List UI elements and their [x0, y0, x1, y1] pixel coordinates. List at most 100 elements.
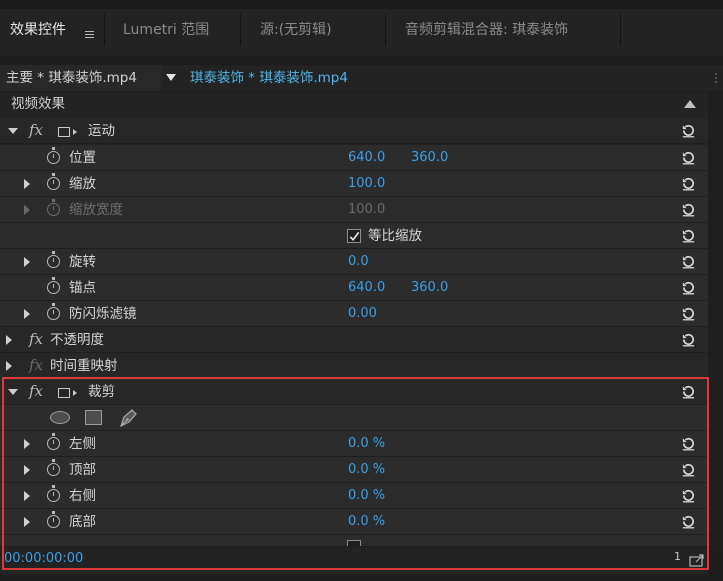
expand-triangle-icon[interactable] [24, 257, 30, 267]
expand-triangle-icon[interactable] [6, 361, 12, 371]
fx-icon[interactable]: fx [29, 382, 43, 400]
tab-label: 源:(无剪辑) [260, 22, 332, 38]
menu-icon[interactable] [85, 31, 94, 38]
collapse-triangle-icon[interactable] [8, 389, 18, 395]
tab-lumetri-scopes[interactable]: Lumetri 范围 [113, 12, 209, 48]
current-timecode[interactable]: 00:00:00:00 [4, 551, 83, 566]
reset-icon[interactable] [681, 254, 696, 269]
reset-icon[interactable] [681, 150, 696, 165]
stopwatch-icon[interactable] [47, 303, 60, 320]
uniform-scale-checkbox[interactable] [347, 229, 361, 243]
effect-title: 不透明度 [50, 332, 104, 348]
fx-icon[interactable]: fx [29, 330, 43, 348]
rotation-value[interactable]: 0.0 [348, 249, 369, 275]
expand-triangle-icon[interactable] [6, 335, 12, 345]
tab-source[interactable]: 源:(无剪辑) [250, 12, 332, 48]
expand-triangle-icon [24, 205, 30, 215]
param-position: 位置 640.0 360.0 [0, 145, 708, 171]
vertical-scrollbar[interactable] [709, 92, 723, 546]
mask-icon[interactable] [58, 127, 77, 137]
reset-icon[interactable] [681, 462, 696, 477]
effect-time-remapping[interactable]: fx 时间重映射 [0, 353, 708, 379]
crop-right-value[interactable]: 0.0 % [348, 483, 385, 509]
reset-icon[interactable] [681, 384, 696, 399]
param-cutoff-row [0, 535, 708, 546]
ellipse-mask-icon[interactable] [50, 411, 70, 424]
section-title: 视频效果 [11, 96, 65, 112]
anchor-x-value[interactable]: 640.0 [348, 275, 385, 301]
master-clip-tab[interactable]: 主要 * 琪泰装饰.mp4 [0, 65, 162, 91]
param-anchor-point: 锚点 640.0 360.0 [0, 275, 708, 301]
param-crop-left: 左侧 0.0 % [0, 431, 708, 457]
tab-label: Lumetri 范围 [123, 22, 210, 38]
param-label: 左侧 [69, 436, 96, 452]
sequence-clip-label[interactable]: 琪泰装饰 * 琪泰装饰.mp4 [190, 65, 348, 91]
scroll-up-icon[interactable] [684, 100, 696, 108]
crop-top-value[interactable]: 0.0 % [348, 457, 385, 483]
scale-value[interactable]: 100.0 [348, 171, 385, 197]
crop-bottom-value[interactable]: 0.0 % [348, 509, 385, 535]
scale-width-value: 100.0 [348, 202, 386, 217]
stopwatch-icon[interactable] [47, 433, 60, 450]
param-label: 底部 [69, 514, 96, 530]
param-anti-flicker: 防闪烁滤镜 0.00 [0, 301, 708, 327]
reset-icon[interactable] [681, 176, 696, 191]
effect-controls-panel: 视频效果 fx 运动 位置 640.0 360.0 缩放 100.0 缩放宽度 … [0, 92, 708, 546]
tab-divider [385, 14, 386, 46]
stopwatch-icon[interactable] [47, 511, 60, 528]
stopwatch-icon[interactable] [47, 251, 60, 268]
reset-icon[interactable] [681, 332, 696, 347]
expand-triangle-icon[interactable] [24, 179, 30, 189]
param-label: 锚点 [69, 280, 96, 296]
reset-icon[interactable] [681, 436, 696, 451]
position-y-value[interactable]: 360.0 [411, 145, 448, 171]
crop-left-value[interactable]: 0.0 % [348, 431, 385, 457]
collapse-triangle-icon[interactable] [8, 128, 18, 134]
tab-divider [620, 14, 621, 46]
anchor-y-value[interactable]: 360.0 [411, 275, 448, 301]
stopwatch-icon[interactable] [47, 147, 60, 164]
effect-motion[interactable]: fx 运动 [0, 118, 708, 144]
mask-icon[interactable] [58, 388, 77, 398]
effect-opacity[interactable]: fx 不透明度 [0, 327, 708, 353]
expand-triangle-icon[interactable] [24, 465, 30, 475]
reset-icon[interactable] [681, 202, 696, 217]
dropdown-triangle-icon[interactable] [166, 74, 176, 81]
zoom-checkbox[interactable] [347, 540, 361, 546]
export-icon[interactable] [689, 553, 705, 567]
expand-triangle-icon[interactable] [24, 309, 30, 319]
reset-icon[interactable] [681, 228, 696, 243]
tab-divider [240, 14, 241, 46]
panel-tab-bar: 效果控件 Lumetri 范围 源:(无剪辑) 音频剪辑混合器: 琪泰装饰 [0, 0, 723, 56]
param-scale-width: 缩放宽度 100.0 [0, 197, 708, 223]
reset-icon[interactable] [681, 514, 696, 529]
checkmark-icon [349, 231, 360, 242]
tab-audio-clip-mixer[interactable]: 音频剪辑混合器: 琪泰装饰 [395, 12, 568, 48]
reset-icon[interactable] [681, 306, 696, 321]
panel-grip-icon[interactable] [709, 73, 717, 83]
stopwatch-icon[interactable] [47, 485, 60, 502]
param-label: 防闪烁滤镜 [69, 306, 137, 322]
stopwatch-icon[interactable] [47, 459, 60, 476]
position-x-value[interactable]: 640.0 [348, 145, 385, 171]
pen-mask-icon[interactable] [117, 407, 139, 429]
expand-triangle-icon[interactable] [24, 439, 30, 449]
mask-tools-row [0, 405, 708, 431]
param-label: 缩放 [69, 176, 96, 192]
effect-title: 裁剪 [88, 384, 115, 400]
anti-flicker-value[interactable]: 0.00 [348, 301, 377, 327]
reset-icon[interactable] [681, 123, 696, 138]
reset-icon[interactable] [681, 488, 696, 503]
stopwatch-icon[interactable] [47, 173, 60, 190]
tab-effect-controls[interactable]: 效果控件 [0, 12, 103, 48]
reset-icon[interactable] [681, 280, 696, 295]
expand-triangle-icon[interactable] [24, 491, 30, 501]
stopwatch-icon[interactable] [47, 277, 60, 294]
stopwatch-icon [47, 199, 60, 216]
expand-triangle-icon[interactable] [24, 517, 30, 527]
param-crop-top: 顶部 0.0 % [0, 457, 708, 483]
rectangle-mask-icon[interactable] [85, 410, 102, 425]
effect-crop[interactable]: fx 裁剪 [0, 379, 708, 405]
fx-icon[interactable]: fx [29, 121, 43, 139]
param-label: 位置 [69, 150, 96, 166]
